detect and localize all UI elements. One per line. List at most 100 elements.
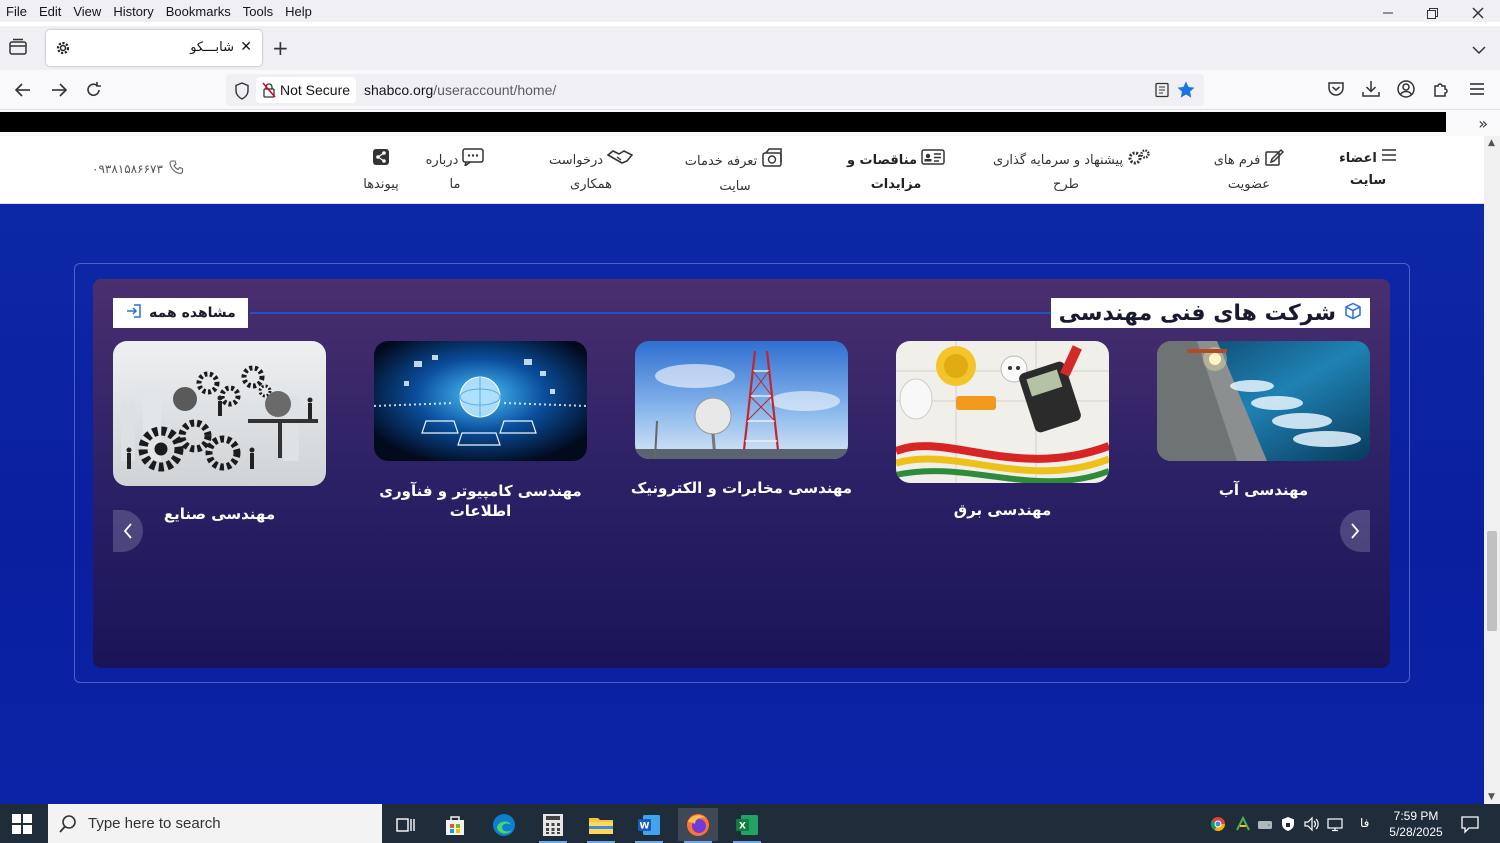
nav-investment-proposals[interactable]: پیشنهاد و سرمایه گذاری طرح <box>966 148 1178 196</box>
url-text[interactable]: shabco.org/useraccount/home/ <box>364 82 556 98</box>
bookmark-star-icon[interactable] <box>1176 80 1196 100</box>
hamburger-menu-icon[interactable] <box>1466 78 1488 100</box>
scroll-down-arrow-icon[interactable]: ▼ <box>1488 792 1495 802</box>
window-controls <box>1365 0 1500 26</box>
contact-phone[interactable]: ۰۹۳۸۱۵۸۶۶۷۳ <box>92 160 183 177</box>
nav-membership-forms[interactable]: فرم های عضویت <box>1194 148 1304 196</box>
nav-tenders-auctions-line1: مناقصات و <box>846 153 918 168</box>
tray-chrome-icon[interactable] <box>1210 816 1226 832</box>
water-engineering-image <box>1157 341 1370 461</box>
tab-bar: شابـــکو ✕ + <box>0 26 1500 70</box>
menu-bookmarks[interactable]: Bookmarks <box>160 4 237 19</box>
firefox-view-button[interactable] <box>8 38 30 58</box>
menu-edit[interactable]: Edit <box>33 4 67 19</box>
telecom-electronics-image <box>635 341 848 459</box>
phone-icon <box>169 160 183 177</box>
nav-about-us-line1: درباره <box>425 153 459 168</box>
chevron-right-icon <box>1351 523 1360 539</box>
menu-view[interactable]: View <box>67 4 107 19</box>
taskbar-word[interactable]: W <box>629 808 669 843</box>
input-language[interactable]: فا <box>1360 816 1369 830</box>
close-window-button[interactable] <box>1455 0 1500 26</box>
bookmarks-overflow-icon[interactable]: » <box>1478 114 1488 133</box>
extensions-icon[interactable] <box>1430 78 1452 100</box>
gear-favicon-icon <box>56 41 70 55</box>
tray-app-icon[interactable] <box>1235 816 1251 832</box>
new-tab-button[interactable]: + <box>272 38 289 58</box>
tab-list-icon <box>9 38 27 55</box>
phone-number: ۰۹۳۸۱۵۸۶۶۷۳ <box>92 161 163 176</box>
money-icon <box>761 148 785 176</box>
taskbar-firefox[interactable] <box>678 808 718 843</box>
menu-history[interactable]: History <box>107 4 159 19</box>
task-view-button[interactable] <box>386 808 426 841</box>
list-all-tabs-button[interactable] <box>1472 40 1486 59</box>
tray-security-icon[interactable] <box>1280 816 1296 832</box>
back-button[interactable] <box>11 78 35 102</box>
scroll-thumb[interactable] <box>1487 531 1497 631</box>
taskbar-search-placeholder: Type here to search <box>88 815 221 832</box>
nav-service-tariffs[interactable]: تعرفه خدمات سایت <box>670 148 800 198</box>
nav-links[interactable]: پیوندها <box>346 148 416 196</box>
restore-button[interactable] <box>1410 0 1455 26</box>
sign-in-icon <box>125 303 143 323</box>
downloads-icon[interactable] <box>1360 78 1382 100</box>
not-secure-indicator[interactable]: Not Secure <box>256 77 357 103</box>
tray-drive-icon[interactable] <box>1257 816 1273 832</box>
nav-tenders-auctions-line2: مزایدات <box>870 177 922 192</box>
nav-about-us[interactable]: درباره ما <box>420 148 490 196</box>
chevron-left-icon <box>123 523 132 539</box>
network-icon[interactable] <box>1327 816 1343 832</box>
card-label-telecom: مهندسی مخابرات و الکترونیک <box>630 479 853 497</box>
action-center-button[interactable] <box>1460 814 1480 838</box>
nav-cooperation-request[interactable]: درخواست همکاری <box>536 148 646 196</box>
reload-button[interactable] <box>82 78 106 102</box>
section-title-box: شرکت های فنی مهندسی <box>1050 298 1370 328</box>
svg-text:W: W <box>640 821 650 831</box>
taskbar-excel[interactable]: X <box>727 808 767 843</box>
menu-help[interactable]: Help <box>279 4 318 19</box>
bookmarks-toolbar: » <box>0 110 1500 136</box>
taskbar-file-explorer[interactable] <box>581 808 621 843</box>
handshake-icon <box>606 148 634 174</box>
edit-icon <box>1264 148 1285 174</box>
industrial-engineering-image <box>113 341 326 486</box>
windows-logo-icon <box>12 814 32 834</box>
nav-members[interactable]: اعضاء سایت <box>1326 148 1410 192</box>
address-bar[interactable]: Not Secure shabco.org/useraccount/home/ <box>226 74 1204 106</box>
notification-icon <box>1461 816 1479 834</box>
taskbar-edge[interactable] <box>484 808 524 841</box>
taskbar-search-box[interactable]: Type here to search <box>48 804 382 843</box>
nav-links-line2: پیوندها <box>363 177 399 192</box>
section-title-divider <box>250 312 1060 314</box>
tab-active[interactable]: شابـــکو ✕ <box>46 30 262 66</box>
account-icon[interactable] <box>1395 78 1417 100</box>
scroll-up-arrow-icon[interactable]: ▲ <box>1488 138 1495 148</box>
forward-button[interactable] <box>47 78 71 102</box>
shield-icon[interactable] <box>234 82 250 100</box>
chat-icon <box>462 148 485 174</box>
menu-tools[interactable]: Tools <box>237 4 279 19</box>
menu-bar: File Edit View History Bookmarks Tools H… <box>0 0 1500 22</box>
reader-view-icon[interactable] <box>1154 82 1170 98</box>
folder-icon <box>589 817 613 834</box>
taskbar-clock[interactable]: 7:59 PM 5/28/2025 <box>1386 808 1446 840</box>
clock-date: 5/28/2025 <box>1389 825 1443 839</box>
menu-file[interactable]: File <box>0 4 33 19</box>
pocket-icon[interactable] <box>1325 78 1347 100</box>
minimize-button[interactable] <box>1365 0 1410 26</box>
page-scrollbar[interactable]: ▲ ▼ <box>1484 136 1500 804</box>
volume-icon[interactable] <box>1303 816 1319 832</box>
close-tab-icon[interactable]: ✕ <box>240 39 252 55</box>
view-all-link[interactable]: مشاهده همه <box>113 298 248 328</box>
taskbar-calculator[interactable] <box>533 808 573 843</box>
start-button[interactable] <box>12 814 32 838</box>
nav-tenders-auctions[interactable]: مناقصات و مزایدات <box>836 148 956 196</box>
search-icon <box>59 814 76 833</box>
site-header: اعضاء سایت فرم های عضویت پیشنهاد و سرمای… <box>0 136 1484 204</box>
navigation-toolbar: Not Secure shabco.org/useraccount/home/ <box>0 70 1500 110</box>
nav-members-line1: اعضاء <box>1339 151 1377 166</box>
electrical-engineering-image <box>896 341 1109 483</box>
menu-icon <box>1381 148 1397 170</box>
taskbar-store[interactable] <box>435 808 475 841</box>
